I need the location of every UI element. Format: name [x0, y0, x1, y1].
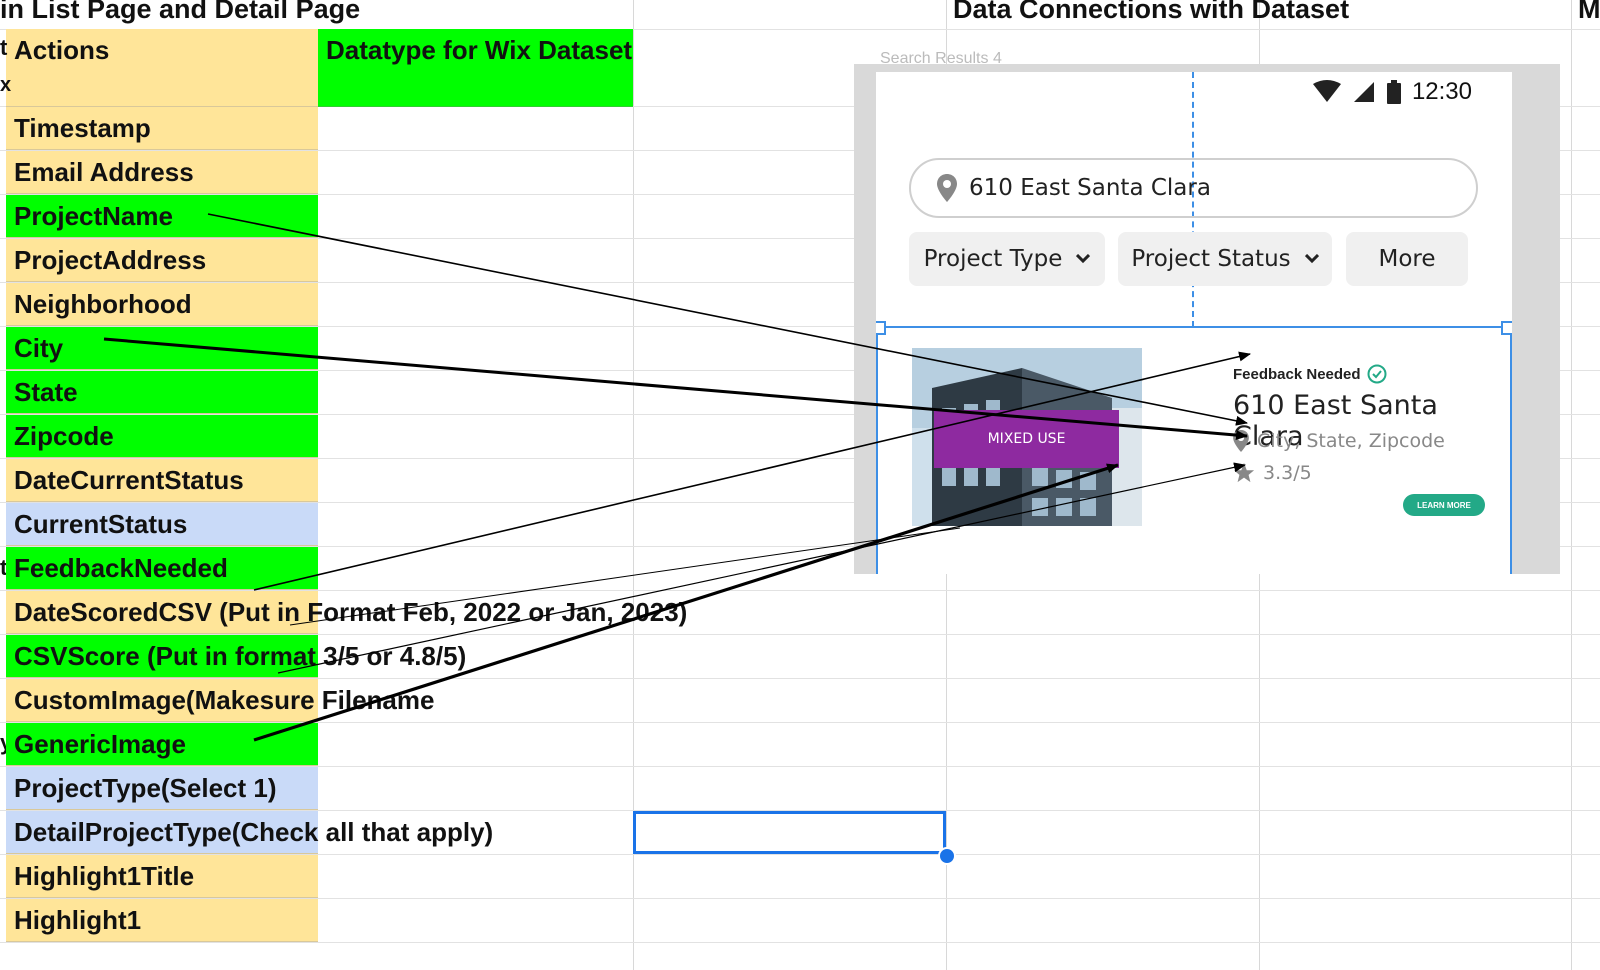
project-type-badge: MIXED USE [934, 410, 1119, 468]
field-row[interactable]: CurrentStatus [6, 503, 318, 546]
status-time: 12:30 [1411, 78, 1472, 105]
row-fragment: x [0, 74, 12, 96]
field-label: ProjectName [14, 201, 173, 231]
datatype-header-label: Datatype for Wix Dataset [326, 35, 633, 65]
field-row[interactable]: DetailProjectType(Check all that apply) [6, 811, 493, 854]
field-row[interactable]: DateCurrentStatus [6, 459, 318, 502]
feedback-label: Feedback Needed [1233, 365, 1361, 383]
signal-icon [1353, 82, 1374, 102]
fill-handle[interactable] [938, 847, 956, 865]
field-row[interactable]: State [6, 371, 318, 414]
field-label: Highlight1 [14, 905, 142, 935]
field-row[interactable]: CustomImage(Makesure Filename [6, 679, 434, 722]
column-divider [1571, 0, 1572, 970]
field-row[interactable]: Highlight1 [6, 899, 318, 942]
project-status-label: Project Status [1131, 246, 1291, 272]
field-label: CurrentStatus [14, 509, 188, 539]
row-fragment: t [0, 35, 8, 60]
location-pin-icon [937, 174, 957, 202]
more-filter[interactable]: More [1346, 232, 1468, 286]
chevron-down-icon [1076, 254, 1091, 264]
star-icon [1233, 462, 1255, 483]
search-input[interactable]: 610 East Santa Clara [909, 158, 1478, 218]
field-label: DateCurrentStatus [14, 465, 244, 495]
field-row[interactable]: ProjectName [6, 195, 318, 238]
field-label: FeedbackNeeded [14, 553, 228, 583]
learn-more-button[interactable]: LEARN MORE [1403, 494, 1485, 516]
field-label: DetailProjectType(Check all that apply) [14, 817, 494, 847]
datatype-header-cell[interactable]: Datatype for Wix Dataset [318, 29, 633, 107]
actions-header-cell[interactable]: Actions [6, 29, 318, 107]
field-label: State [14, 377, 78, 407]
mock-ghost-text: Search Results 4 [880, 50, 1002, 67]
field-label: CSVScore (Put in format 3/5 or 4.8/5) [14, 641, 467, 671]
wifi-icon [1312, 80, 1341, 102]
selected-cell[interactable] [633, 811, 946, 854]
field-row[interactable]: FeedbackNeeded [6, 547, 318, 590]
field-row[interactable]: Email Address [6, 151, 318, 194]
field-label: ProjectType(Select 1) [14, 773, 277, 803]
field-row[interactable]: ProjectAddress [6, 239, 318, 282]
field-label: ProjectAddress [14, 245, 207, 275]
actions-header-label: Actions [14, 35, 110, 65]
field-row[interactable]: DateScoredCSV (Put in Format Feb, 2022 o… [6, 591, 687, 634]
header-list-detail: in List Page and Detail Page [0, 0, 361, 24]
header-data-connections: Data Connections with Dataset [953, 0, 1350, 24]
field-row[interactable]: GenericImage [6, 723, 318, 766]
card-rating: 3.3/5 [1233, 462, 1312, 484]
feedback-needed: Feedback Needed [1233, 364, 1387, 384]
field-row[interactable]: Highlight1Title [6, 855, 318, 898]
rating-text: 3.3/5 [1263, 462, 1312, 484]
project-status-filter[interactable]: Project Status [1118, 232, 1332, 286]
row-divider [0, 942, 1600, 943]
search-value: 610 East Santa Clara [969, 175, 1211, 201]
field-row[interactable]: CSVScore (Put in format 3/5 or 4.8/5) [6, 635, 466, 678]
field-label: Neighborhood [14, 289, 192, 319]
resize-handle[interactable] [1501, 321, 1512, 335]
project-type-label: Project Type [923, 246, 1063, 272]
card-location: City, State, Zipcode [1233, 430, 1445, 452]
field-label: Timestamp [14, 113, 151, 143]
status-bar: 12:30 [1312, 78, 1472, 106]
field-label: Email Address [14, 157, 194, 187]
check-circle-icon [1367, 364, 1387, 384]
field-label: Zipcode [14, 421, 114, 451]
location-text: City, State, Zipcode [1257, 430, 1445, 452]
header-truncated: M [1578, 0, 1600, 24]
chevron-down-icon [1304, 254, 1319, 264]
resize-handle[interactable] [876, 321, 886, 335]
mobile-mockup: 12:30 610 East Santa Clara Project Type … [876, 72, 1512, 574]
field-label: DateScoredCSV (Put in Format Feb, 2022 o… [14, 597, 688, 627]
battery-icon [1386, 80, 1401, 104]
field-row[interactable]: ProjectType(Select 1) [6, 767, 318, 810]
field-label: CustomImage(Makesure Filename [14, 685, 435, 715]
location-pin-icon [1233, 430, 1249, 452]
field-label: Highlight1Title [14, 861, 195, 891]
field-row[interactable]: Neighborhood [6, 283, 318, 326]
field-row[interactable]: Zipcode [6, 415, 318, 458]
more-label: More [1378, 246, 1436, 272]
field-label: GenericImage [14, 729, 186, 759]
field-row[interactable]: City [6, 327, 318, 370]
field-label: City [14, 333, 64, 363]
field-row[interactable]: Timestamp [6, 107, 318, 150]
project-type-filter[interactable]: Project Type [909, 232, 1105, 286]
